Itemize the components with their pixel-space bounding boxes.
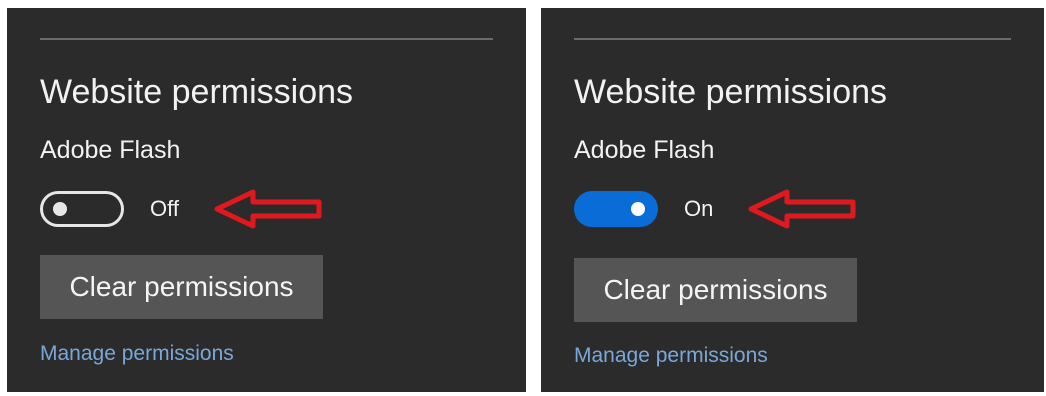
section-divider <box>40 38 493 40</box>
flash-toggle-row: Off <box>40 189 323 229</box>
permission-label: Adobe Flash <box>574 136 715 164</box>
flash-toggle[interactable] <box>40 191 124 227</box>
flash-toggle[interactable] <box>574 191 658 227</box>
flash-toggle-row: On <box>574 189 857 229</box>
toggle-state-label: Off <box>150 196 179 221</box>
section-heading: Website permissions <box>574 73 888 111</box>
settings-panel-on: Website permissions Adobe Flash On Clear… <box>541 8 1044 392</box>
toggle-knob <box>53 202 67 216</box>
red-left-arrow-icon <box>214 189 322 229</box>
manage-permissions-link[interactable]: Manage permissions <box>40 341 234 367</box>
toggle-knob <box>631 202 645 216</box>
manage-permissions-link[interactable]: Manage permissions <box>574 343 768 369</box>
settings-panel-off: Website permissions Adobe Flash Off Clea… <box>7 8 526 392</box>
clear-permissions-button[interactable]: Clear permissions <box>574 258 857 322</box>
toggle-state-label: On <box>684 196 714 221</box>
clear-permissions-button[interactable]: Clear permissions <box>40 255 323 319</box>
permission-label: Adobe Flash <box>40 136 181 164</box>
red-left-arrow-icon <box>748 189 856 229</box>
section-divider <box>574 38 1011 40</box>
section-heading: Website permissions <box>40 73 354 111</box>
